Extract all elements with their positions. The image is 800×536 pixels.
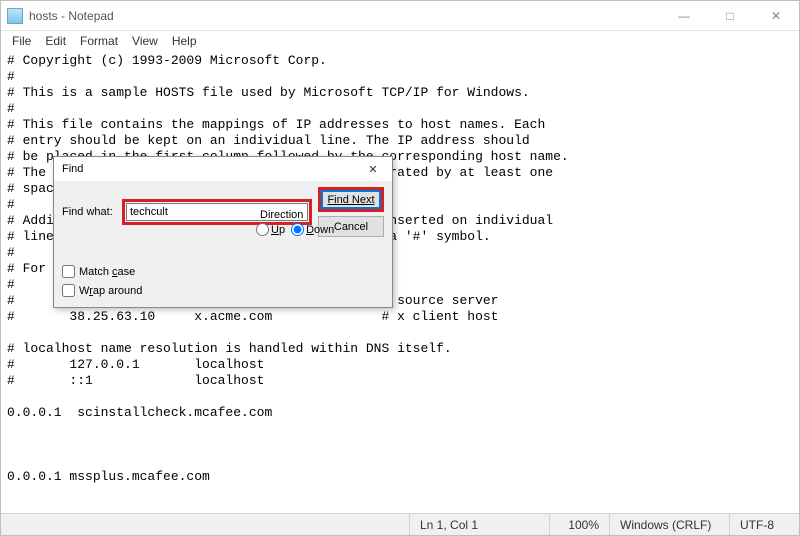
minimize-button[interactable]: — [661,1,707,30]
status-eol: Windows (CRLF) [609,514,729,535]
direction-group: Direction Up Down [256,209,334,236]
maximize-button[interactable]: □ [707,1,753,30]
status-encoding: UTF-8 [729,514,799,535]
find-what-label: Find what: [62,206,116,218]
menu-format[interactable]: Format [73,32,125,50]
find-dialog-close-button[interactable]: ✕ [358,158,388,180]
window-controls: — □ ✕ [661,1,799,30]
menu-file[interactable]: File [5,32,38,50]
match-case-checkbox[interactable]: Match case [62,265,384,278]
window-titlebar: hosts - Notepad — □ ✕ [1,1,799,31]
close-button[interactable]: ✕ [753,1,799,30]
direction-down-radio[interactable] [291,223,304,236]
status-position: Ln 1, Col 1 [409,514,549,535]
find-next-button[interactable]: Find Next [321,190,381,209]
direction-down[interactable]: Down [291,223,334,236]
find-dialog-titlebar: Find ✕ [54,157,392,181]
status-bar: Ln 1, Col 1 100% Windows (CRLF) UTF-8 [1,513,799,535]
direction-up-radio[interactable] [256,223,269,236]
menu-view[interactable]: View [125,32,165,50]
status-zoom: 100% [549,514,609,535]
wrap-around-input[interactable] [62,284,75,297]
window-title: hosts - Notepad [29,9,114,23]
find-dialog: Find ✕ Find what: Find Next Cancel Direc… [53,156,393,308]
direction-label: Direction [256,209,334,221]
direction-up[interactable]: Up [256,223,285,236]
find-dialog-title: Find [62,163,358,175]
notepad-icon [7,8,23,24]
menu-edit[interactable]: Edit [38,32,73,50]
menu-bar: File Edit Format View Help [1,31,799,51]
match-case-input[interactable] [62,265,75,278]
menu-help[interactable]: Help [165,32,204,50]
wrap-around-checkbox[interactable]: Wrap around [62,284,384,297]
